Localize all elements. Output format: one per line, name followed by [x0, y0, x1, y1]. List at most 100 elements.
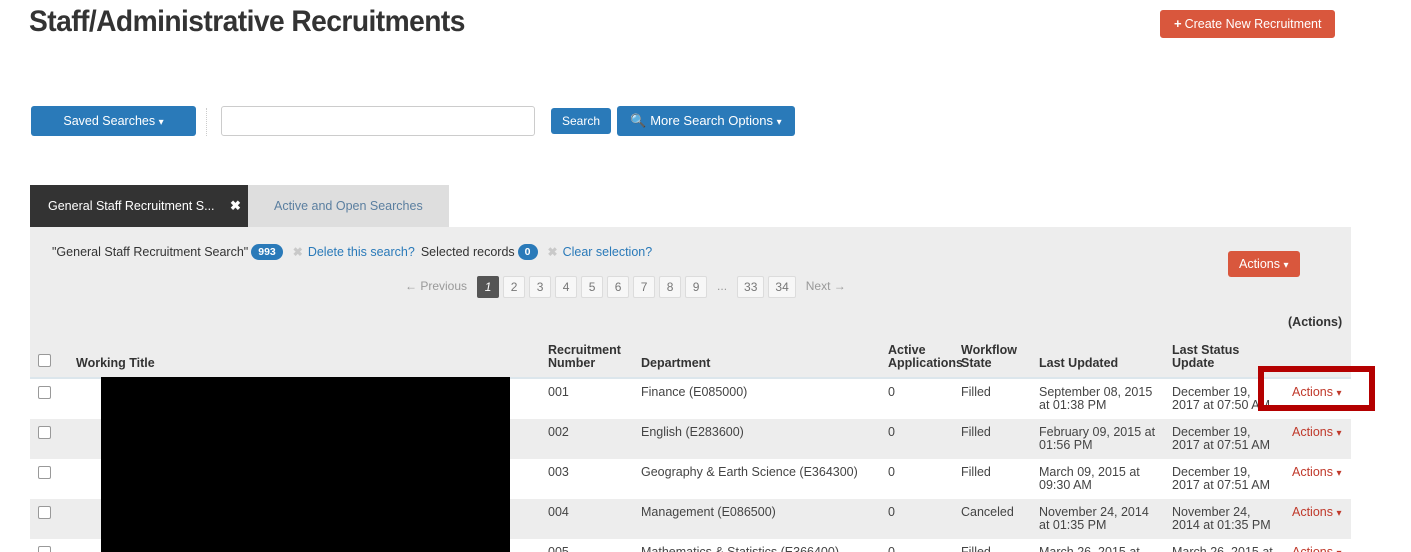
actions-column-header: (Actions) [1288, 315, 1343, 329]
chevron-down-icon: ▾ [1336, 468, 1342, 479]
cell-active-applications: 0 [888, 425, 895, 439]
page-root: Staff/Administrative Recruitments + Creat… [0, 0, 1411, 552]
cell-department: English (E283600) [641, 425, 744, 439]
create-new-recruitment-label: Create New Recruitment [1184, 17, 1322, 31]
chevron-down-icon: ▾ [776, 117, 782, 128]
close-icon[interactable]: ✖ [548, 245, 558, 259]
cell-active-applications: 0 [888, 385, 895, 399]
cell-last-updated: November 24, 2014 at 01:35 PM [1039, 505, 1149, 532]
row-actions-label: Actions [1292, 505, 1333, 519]
pagination-next[interactable]: Next → [800, 276, 852, 298]
pagination-page-5[interactable]: 5 [581, 276, 604, 298]
search-toolbar: Saved Searches ▾ Search 🔍 More Search Opt… [0, 106, 1411, 138]
pagination-page-6[interactable]: 6 [607, 276, 630, 298]
cell-workflow-state: Filled [961, 545, 991, 552]
tab-label: Active and Open Searches [274, 199, 423, 213]
plus-icon: + [1174, 16, 1182, 31]
row-checkbox[interactable] [38, 506, 51, 519]
cell-recruitment-number: 005 [548, 545, 569, 552]
header-department[interactable]: Department [633, 338, 880, 379]
cell-actions: Actions ▾ [1284, 539, 1351, 552]
chevron-down-icon: ▾ [1336, 428, 1342, 439]
bulk-actions-label: Actions [1239, 257, 1280, 271]
cell-active-applications: 0 [888, 465, 895, 479]
pagination-page-7[interactable]: 7 [633, 276, 656, 298]
header-active-applications[interactable]: Active Applications [880, 338, 963, 379]
row-select-cell [30, 378, 68, 419]
delete-this-search-link[interactable]: Delete this search? [308, 245, 415, 259]
cell-workflow-state: Filled [961, 425, 991, 439]
row-checkbox[interactable] [38, 426, 51, 439]
header-workflow-state[interactable]: Workflow State [953, 338, 1031, 379]
tab-general-staff-recruitment-search[interactable]: General Staff Recruitment S... ✖ [30, 185, 259, 227]
bulk-actions-button[interactable]: Actions ▾ [1228, 251, 1300, 277]
header-working-title[interactable]: Working Title [68, 338, 540, 379]
row-actions-link[interactable]: Actions ▾ [1292, 545, 1342, 552]
cell-workflow-state: Canceled [961, 505, 1014, 519]
result-count-badge: 993 [251, 244, 283, 260]
close-icon[interactable]: ✖ [293, 245, 303, 259]
pagination-page-8[interactable]: 8 [659, 276, 682, 298]
cell-last-status-update: March 26, 2015 at [1172, 545, 1273, 552]
toolbar-divider [206, 108, 207, 136]
chevron-down-icon: ▾ [1283, 260, 1289, 271]
cell-department: Management (E086500) [641, 505, 776, 519]
header-select-all [30, 338, 68, 379]
header-recruitment-number[interactable]: Recruitment Number [540, 338, 633, 379]
row-select-cell [30, 459, 68, 499]
cell-actions: Actions ▾ [1284, 419, 1351, 459]
pagination-page-4[interactable]: 4 [555, 276, 578, 298]
row-checkbox[interactable] [38, 466, 51, 479]
cell-active-applications: 0 [888, 505, 895, 519]
redaction-overlay [101, 377, 510, 552]
row-actions-link[interactable]: Actions ▾ [1292, 465, 1342, 480]
pagination: ← Previous 1 2 3 4 5 6 7 8 9 ... 33 34 N… [399, 276, 852, 298]
row-checkbox[interactable] [38, 386, 51, 399]
cell-actions: Actions ▾ [1284, 499, 1351, 539]
row-actions-link[interactable]: Actions ▾ [1292, 425, 1342, 440]
table-header: Working Title Recruitment Number Departm… [30, 338, 1351, 379]
tab-label: General Staff Recruitment S... [48, 199, 215, 213]
pagination-page-2[interactable]: 2 [503, 276, 526, 298]
cell-last-updated: September 08, 2015 at 01:38 PM [1039, 385, 1153, 412]
chevron-down-icon: ▾ [1336, 508, 1342, 519]
pagination-page-34[interactable]: 34 [768, 276, 796, 298]
selected-records-label: Selected records [420, 245, 515, 259]
search-input[interactable] [221, 106, 535, 136]
row-select-cell [30, 499, 68, 539]
pagination-page-3[interactable]: 3 [529, 276, 552, 298]
selected-count-badge: 0 [517, 244, 538, 260]
create-new-recruitment-button[interactable]: + Create New Recruitment [1160, 10, 1336, 38]
cell-workflow-state: Filled [961, 465, 991, 479]
more-search-options-label: More Search Options [650, 113, 774, 128]
pagination-page-9[interactable]: 9 [685, 276, 708, 298]
cell-last-updated: March 09, 2015 at 09:30 AM [1039, 465, 1140, 492]
chevron-down-icon: ▾ [1336, 548, 1341, 552]
pagination-page-1[interactable]: 1 [477, 276, 500, 298]
pagination-page-33[interactable]: 33 [737, 276, 765, 298]
more-search-options-button[interactable]: 🔍 More Search Options ▾ [617, 106, 795, 136]
cell-department: Finance (E085000) [641, 385, 748, 399]
magnifier-icon: 🔍 [630, 113, 647, 128]
row-actions-label: Actions [1292, 425, 1333, 439]
saved-searches-button[interactable]: Saved Searches ▾ [31, 106, 196, 136]
saved-search-name: "General Staff Recruitment Search" [52, 245, 249, 259]
header-last-updated[interactable]: Last Updated [1031, 338, 1164, 379]
cell-last-status-update: December 19, 2017 at 07:51 AM [1172, 425, 1270, 452]
select-all-checkbox[interactable] [38, 354, 51, 367]
row-select-cell [30, 539, 68, 552]
cell-active-applications: 0 [888, 545, 895, 552]
cell-recruitment-number: 003 [548, 465, 569, 479]
cell-department: Mathematics & Statistics (E366400) [641, 545, 839, 552]
clear-selection-link[interactable]: Clear selection? [563, 245, 653, 259]
cell-recruitment-number: 002 [548, 425, 569, 439]
close-icon[interactable]: ✖ [230, 198, 241, 213]
search-button[interactable]: Search [551, 108, 612, 134]
pagination-previous[interactable]: ← Previous [399, 276, 473, 298]
highlight-annotation-box [1258, 366, 1375, 411]
tab-active-and-open-searches[interactable]: Active and Open Searches [248, 185, 449, 227]
page-title: Staff/Administrative Recruitments [29, 5, 465, 38]
row-actions-link[interactable]: Actions ▾ [1292, 505, 1342, 520]
cell-recruitment-number: 004 [548, 505, 569, 519]
row-checkbox[interactable] [38, 546, 51, 552]
